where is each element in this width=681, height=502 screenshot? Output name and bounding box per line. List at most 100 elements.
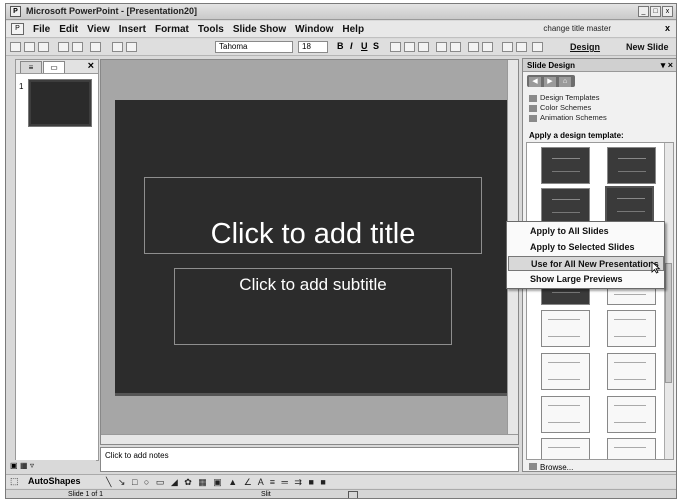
draw-menu-icon[interactable]: ⬚ [10, 476, 19, 487]
subtitle-placeholder[interactable]: Click to add subtitle [174, 268, 452, 345]
menu-use-for-all-new-presentations[interactable]: Use for All New Presentations [508, 256, 664, 271]
title-placeholder[interactable]: Click to add title [144, 177, 482, 254]
design-templates-link[interactable]: Design Templates [529, 93, 599, 102]
powerpoint-window: P Microsoft PowerPoint - [Presentation20… [5, 3, 677, 499]
design-button[interactable]: Design [570, 42, 600, 52]
browse-link[interactable]: Browse... [529, 463, 573, 472]
template-thumbnail[interactable] [607, 353, 656, 390]
numbering-icon[interactable] [436, 42, 447, 52]
underline-button[interactable]: U [361, 41, 368, 51]
shadow-button[interactable]: S [373, 41, 379, 51]
home-icon[interactable]: ⌂ [559, 77, 571, 87]
menu-tools[interactable]: Tools [195, 24, 230, 35]
bullets-icon[interactable] [450, 42, 461, 52]
bold-button[interactable]: B [337, 41, 344, 51]
decrease-font-icon[interactable] [482, 42, 493, 52]
powerpoint-app-icon[interactable]: P [10, 6, 21, 17]
font-color-icon[interactable] [532, 42, 543, 52]
template-list-scrollbar[interactable] [664, 143, 673, 459]
new-slide-button[interactable]: New Slide [626, 42, 669, 52]
new-icon[interactable] [10, 42, 21, 52]
copy-icon[interactable] [72, 42, 83, 52]
menu-window[interactable]: Window [292, 24, 339, 35]
template-thumbnail[interactable] [541, 310, 590, 347]
template-thumbnail-selected[interactable] [605, 186, 654, 223]
menu-file[interactable]: File [30, 24, 56, 35]
maximize-icon[interactable]: □ [650, 6, 661, 17]
drawing-tool-icons[interactable]: ╲ ↘ □ ○ ▭ ◢ ✿ ▦ ▣ ▲ ∠ A ≡ ═ ⇉ ■ ■ [106, 477, 328, 488]
print-icon[interactable] [58, 42, 69, 52]
decrease-indent-icon[interactable] [502, 42, 513, 52]
slide-canvas[interactable]: Click to add title Click to add subtitle [115, 100, 514, 396]
normal-view-icon[interactable]: ▣ [10, 461, 18, 470]
align-right-icon[interactable] [418, 42, 429, 52]
back-icon[interactable]: ◀ [529, 77, 541, 87]
template-thumbnail[interactable] [607, 147, 656, 184]
template-context-menu: Apply to All Slides Apply to Selected Sl… [506, 221, 665, 289]
italic-button[interactable]: I [350, 41, 353, 51]
close-icon[interactable]: x [662, 6, 673, 17]
increase-font-icon[interactable] [468, 42, 479, 52]
font-size-select[interactable]: 18 [298, 41, 328, 53]
scrollbar-thumb[interactable] [665, 263, 672, 383]
menu-apply-all-slides[interactable]: Apply to All Slides [508, 224, 664, 239]
slide-horizontal-scrollbar[interactable] [101, 434, 518, 444]
minimize-icon[interactable]: _ [638, 6, 649, 17]
status-language: Slit [261, 491, 271, 498]
table-icon[interactable] [126, 42, 137, 52]
autoshapes-button[interactable]: AutoShapes [28, 476, 81, 486]
align-left-icon[interactable] [390, 42, 401, 52]
save-icon[interactable] [38, 42, 49, 52]
template-thumbnail[interactable] [541, 353, 590, 390]
task-pane-header: Slide Design ▾ × [523, 59, 676, 72]
open-icon[interactable] [24, 42, 35, 52]
menu-edit[interactable]: Edit [56, 24, 84, 35]
menu-show-large-previews[interactable]: Show Large Previews [508, 272, 664, 287]
animation-schemes-link[interactable]: Animation Schemes [529, 113, 607, 122]
design-templates-icon [529, 94, 537, 102]
menu-apply-selected-slides[interactable]: Apply to Selected Slides [508, 240, 664, 255]
tab-slides[interactable]: ▭ [43, 61, 65, 73]
increase-indent-icon[interactable] [516, 42, 527, 52]
menu-insert[interactable]: Insert [116, 24, 152, 35]
task-pane-nav: ◀ ▶ ⌂ [527, 75, 575, 87]
task-pane-close-icon[interactable]: ▾ × [661, 60, 673, 71]
notes-pane[interactable]: Click to add notes [100, 447, 519, 472]
tab-outline[interactable]: ≡ [20, 61, 42, 73]
menu-help[interactable]: Help [339, 24, 370, 35]
animation-schemes-icon [529, 114, 537, 122]
color-schemes-link[interactable]: Color Schemes [529, 103, 591, 112]
view-buttons: ▣ ▦ ▿ [6, 460, 96, 472]
window-title: Microsoft PowerPoint - [Presentation20] [26, 6, 198, 16]
slide-number: 1 [19, 82, 24, 91]
template-thumbnail[interactable] [607, 396, 656, 433]
template-thumbnail[interactable] [541, 396, 590, 433]
slide-editing-area: Click to add title Click to add subtitle [100, 59, 519, 445]
template-thumbnail[interactable] [541, 147, 590, 184]
apply-template-heading: Apply a design template: [529, 131, 624, 140]
align-center-icon[interactable] [404, 42, 415, 52]
template-thumbnail[interactable] [541, 438, 590, 459]
font-name-select[interactable]: Tahoma [215, 41, 293, 53]
spelling-status-icon[interactable] [348, 491, 358, 498]
chart-icon[interactable] [112, 42, 123, 52]
template-thumbnail[interactable] [541, 188, 590, 225]
task-pane-title: Slide Design [527, 61, 576, 70]
formatting-toolbar: Tahoma 18 B I U S Design New Slide [6, 39, 676, 56]
slide-thumbnail[interactable] [28, 79, 92, 127]
template-thumbnail[interactable] [607, 438, 656, 459]
template-thumbnail[interactable] [607, 310, 656, 347]
undo-icon[interactable] [90, 42, 101, 52]
ask-a-question-box[interactable]: change title master [540, 23, 614, 34]
slideshow-view-icon[interactable]: ▿ [30, 461, 34, 470]
close-pane-icon[interactable]: × [88, 60, 94, 72]
title-bar: P Microsoft PowerPoint - [Presentation20… [6, 4, 676, 20]
menu-format[interactable]: Format [152, 24, 195, 35]
browse-icon [529, 463, 537, 470]
forward-icon[interactable]: ▶ [544, 77, 556, 87]
sorter-view-icon[interactable]: ▦ [20, 461, 28, 470]
menu-view[interactable]: View [84, 24, 116, 35]
document-close-button[interactable]: x [665, 23, 670, 33]
document-icon[interactable]: P [11, 23, 24, 35]
menu-slide-show[interactable]: Slide Show [230, 24, 292, 35]
